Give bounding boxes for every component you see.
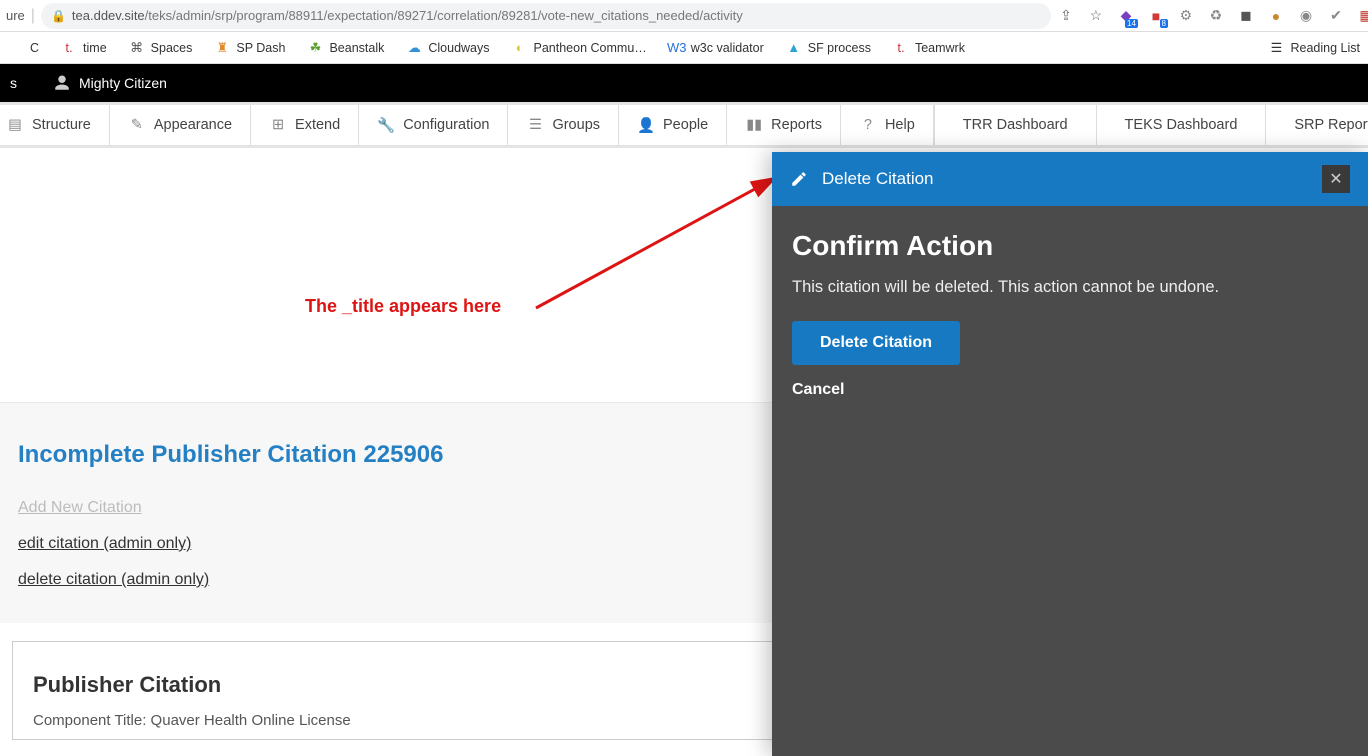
badge: 8 — [1160, 19, 1168, 28]
cut-letter: s — [10, 75, 17, 91]
bookmark-label: C — [30, 41, 39, 55]
bookmark-item[interactable]: ♜ SP Dash — [214, 40, 285, 56]
bookmark-label: SP Dash — [236, 41, 285, 55]
bookmark-item[interactable]: t. Teamwrk — [893, 40, 965, 56]
browser-url-bar: ure | 🔒 tea.ddev.site /teks/admin/srp/pr… — [0, 0, 1368, 32]
bookmark-item[interactable]: ☁ Cloudways — [406, 40, 489, 56]
bookmark-item[interactable]: ☘ Beanstalk — [307, 40, 384, 56]
pencil-icon — [790, 170, 808, 188]
menu-icon: 👤 — [637, 116, 655, 134]
delete-citation-panel: Delete Citation ✕ Confirm Action This ci… — [772, 152, 1368, 756]
bookmark-icon — [8, 40, 24, 56]
cancel-button[interactable]: Cancel — [792, 381, 844, 399]
bookmark-label: SF process — [808, 41, 871, 55]
bookmark-label: time — [83, 41, 107, 55]
grid-icon[interactable]: ▦ — [1357, 7, 1368, 25]
bookmark-icon: ▲ — [786, 40, 802, 56]
dashboard-link[interactable]: SRP Reports — [1266, 105, 1368, 145]
url-prefix-cut: ure — [6, 8, 25, 23]
menu-label: Reports — [771, 117, 822, 133]
annotation-arrow — [530, 170, 790, 320]
badge: 14 — [1125, 19, 1138, 28]
admin-menu-item[interactable]: 👤 People — [619, 105, 727, 145]
ext-red-icon[interactable]: ■8 — [1147, 7, 1165, 25]
bookmark-label: Beanstalk — [329, 41, 384, 55]
dashboard-link[interactable]: TRR Dashboard — [935, 105, 1097, 145]
reading-list-icon: ☰ — [1269, 40, 1285, 56]
url-path: /teks/admin/srp/program/88911/expectatio… — [145, 8, 743, 23]
bookmark-item[interactable]: ◐ Pantheon Commu… — [512, 40, 647, 56]
menu-icon: ✎ — [128, 116, 146, 134]
menu-label: Structure — [32, 117, 91, 133]
delete-citation-button[interactable]: Delete Citation — [792, 321, 960, 365]
drupal-top-bar: s Mighty Citizen — [0, 64, 1368, 102]
bookmark-icon: ◐ — [512, 40, 528, 56]
menu-icon: 🔧 — [377, 116, 395, 134]
bookmark-icon: ⌘ — [129, 40, 145, 56]
bookmark-label: Pantheon Commu… — [534, 41, 647, 55]
bookmark-item[interactable]: W3 w3c validator — [669, 40, 764, 56]
menu-label: Configuration — [403, 117, 489, 133]
menu-label: Appearance — [154, 117, 232, 133]
admin-menu-item[interactable]: ▤ Structure — [0, 105, 110, 145]
admin-menu: ▤ Structure ✎ Appearance ⊞ Extend 🔧 Configurati… — [0, 102, 1368, 148]
bookmarks-bar: Ct. time ⌘ Spaces ♜ SP Dash ☘ Beanstalk ☁ Cloudwa… — [0, 32, 1368, 64]
bookmark-icon: t. — [893, 40, 909, 56]
url-divider: | — [31, 7, 35, 25]
bookmark-label: Teamwrk — [915, 41, 965, 55]
camera-icon[interactable]: ◉ — [1297, 7, 1315, 25]
url-input[interactable]: 🔒 tea.ddev.site /teks/admin/srp/program/… — [41, 3, 1051, 29]
dashboard-link[interactable]: TEKS Dashboard — [1097, 105, 1267, 145]
panel-header-title: Delete Citation — [822, 169, 934, 189]
share-icon[interactable]: ⇪ — [1057, 7, 1075, 25]
cookie-icon[interactable]: ● — [1267, 7, 1285, 25]
ext-purple-icon[interactable]: ◆14 — [1117, 7, 1135, 25]
square-dark-icon[interactable]: ◼ — [1237, 7, 1255, 25]
user-menu[interactable]: Mighty Citizen — [53, 74, 167, 92]
admin-menu-item[interactable]: ✎ Appearance — [110, 105, 251, 145]
user-icon — [53, 74, 71, 92]
bookmark-icon: ☁ — [406, 40, 422, 56]
close-panel-button[interactable]: ✕ — [1322, 165, 1350, 193]
panel-title: Confirm Action — [792, 230, 1348, 262]
admin-menu-item[interactable]: ⊞ Extend — [251, 105, 359, 145]
gear-gray-icon[interactable]: ⚙ — [1177, 7, 1195, 25]
url-host: tea.ddev.site — [72, 8, 145, 23]
bookmark-item[interactable]: ▲ SF process — [786, 40, 871, 56]
annotation-label: The _title appears here — [305, 296, 501, 317]
menu-icon: ☰ — [526, 116, 544, 134]
star-icon[interactable]: ☆ — [1087, 7, 1105, 25]
check-icon[interactable]: ✔ — [1327, 7, 1345, 25]
panel-header: Delete Citation ✕ — [772, 152, 1368, 206]
bookmark-icon: W3 — [669, 40, 685, 56]
menu-icon: ▤ — [6, 116, 24, 134]
lock-icon: 🔒 — [51, 9, 66, 23]
recycle-icon[interactable]: ♻ — [1207, 7, 1225, 25]
menu-label: Help — [885, 117, 915, 133]
bookmark-item[interactable]: ⌘ Spaces — [129, 40, 193, 56]
bookmark-icon: ♜ — [214, 40, 230, 56]
bookmark-icon: t. — [61, 40, 77, 56]
bookmark-icon: ☘ — [307, 40, 323, 56]
bookmark-item[interactable]: C — [8, 40, 39, 56]
bookmark-label: Spaces — [151, 41, 193, 55]
menu-label: Extend — [295, 117, 340, 133]
bookmark-item[interactable]: t. time — [61, 40, 107, 56]
bookmark-label: Cloudways — [428, 41, 489, 55]
chrome-extension-icons: ⇪☆◆14■8⚙♻◼●◉✔▦△✦●⋮ — [1057, 7, 1368, 25]
admin-menu-item[interactable]: ▮▮ Reports — [727, 105, 841, 145]
menu-label: People — [663, 117, 708, 133]
menu-icon: ▮▮ — [745, 116, 763, 134]
admin-menu-item[interactable]: ? Help — [841, 105, 934, 145]
menu-icon: ? — [859, 116, 877, 134]
bookmark-label: w3c validator — [691, 41, 764, 55]
menu-label: Groups — [552, 117, 600, 133]
admin-menu-item[interactable]: ☰ Groups — [508, 105, 619, 145]
close-icon: ✕ — [1329, 169, 1342, 189]
reading-list[interactable]: ☰ Reading List — [1269, 40, 1361, 56]
panel-body-text: This citation will be deleted. This acti… — [792, 278, 1348, 297]
admin-menu-item[interactable]: 🔧 Configuration — [359, 105, 508, 145]
menu-icon: ⊞ — [269, 116, 287, 134]
